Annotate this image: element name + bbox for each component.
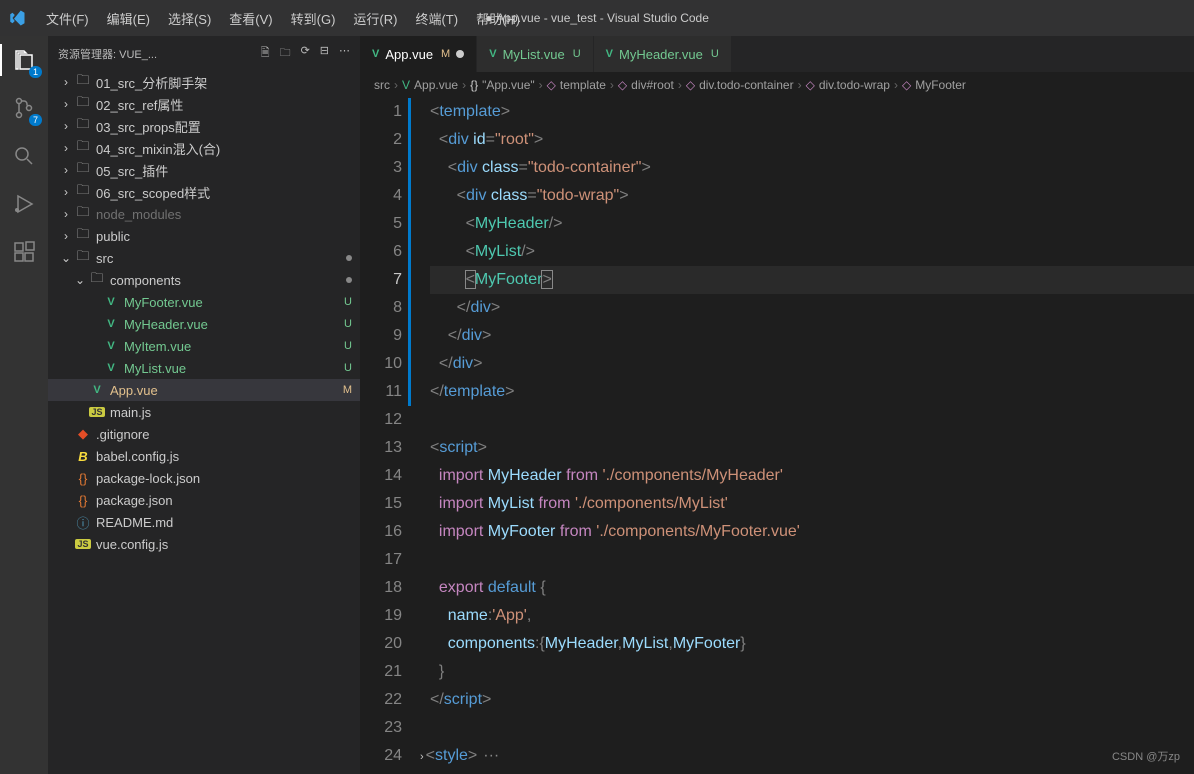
menu-item[interactable]: 编辑(E) [99, 5, 158, 32]
more-icon[interactable]: ⋯ [339, 44, 350, 63]
code-line[interactable]: </template> [430, 378, 1194, 406]
code-line[interactable]: export default { [430, 574, 1194, 602]
activity-bar: 1 7 [0, 36, 48, 774]
code-line[interactable]: <div class="todo-container"> [430, 154, 1194, 182]
code-editor[interactable]: 123456789101112131415161718192021222324 … [360, 98, 1194, 774]
tree-row[interactable]: ›🗀03_src_props配置 [48, 115, 360, 137]
code-line[interactable]: </div> [430, 294, 1194, 322]
editor-tab[interactable]: VMyHeader.vueU [594, 36, 732, 72]
titlebar: 文件(F)编辑(E)选择(S)查看(V)转到(G)运行(R)终端(T)帮助(H)… [0, 0, 1194, 36]
tree-row[interactable]: Bbabel.config.js [48, 445, 360, 467]
tree-row[interactable]: ›🗀06_src_scoped样式 [48, 181, 360, 203]
tree-row[interactable]: VMyFooter.vueU [48, 291, 360, 313]
window-title: ● App.vue - vue_test - Visual Studio Code [485, 11, 709, 25]
code-line[interactable]: import MyFooter from './components/MyFoo… [430, 518, 1194, 546]
tree-row[interactable]: JSmain.js [48, 401, 360, 423]
new-file-icon[interactable]: 🗎 [261, 44, 270, 63]
code-line[interactable]: </div> [430, 350, 1194, 378]
tree-row[interactable]: ◆.gitignore [48, 423, 360, 445]
line-gutter: 123456789101112131415161718192021222324 [360, 98, 420, 774]
code-content[interactable]: <template> <div id="root"> <div class="t… [420, 98, 1194, 774]
code-line[interactable] [430, 546, 1194, 574]
tree-row[interactable]: ›🗀public [48, 225, 360, 247]
scm-icon[interactable]: 7 [8, 92, 40, 124]
tree-row[interactable]: JSvue.config.js [48, 533, 360, 555]
tree-row[interactable]: ›🗀01_src_分析脚手架 [48, 71, 360, 93]
menu-item[interactable]: 查看(V) [221, 5, 280, 32]
code-line[interactable]: <MyList/> [430, 238, 1194, 266]
code-line[interactable]: <template> [430, 98, 1194, 126]
new-folder-icon[interactable]: 🗀 [280, 44, 291, 63]
collapse-icon[interactable]: ⊟ [320, 44, 329, 63]
code-line[interactable]: <div id="root"> [430, 126, 1194, 154]
search-icon[interactable] [8, 140, 40, 172]
menu-item[interactable]: 选择(S) [160, 5, 219, 32]
code-line[interactable]: <MyHeader/> [430, 210, 1194, 238]
sidebar: 资源管理器: VUE_... 🗎 🗀 ⟳ ⊟ ⋯ ›🗀01_src_分析脚手架›… [48, 36, 360, 774]
tree-row[interactable]: ⌄🗀src [48, 247, 360, 269]
tree-row[interactable]: ›🗀02_src_ref属性 [48, 93, 360, 115]
menu-item[interactable]: 运行(R) [345, 5, 405, 32]
menu-item[interactable]: 文件(F) [38, 5, 97, 32]
breadcrumb-item[interactable]: src [374, 78, 390, 92]
breadcrumb-item[interactable]: ◇template [547, 78, 606, 92]
explorer-badge: 1 [29, 66, 42, 78]
breadcrumb-item[interactable]: ◇div#root [618, 78, 674, 92]
breadcrumbs[interactable]: src›VApp.vue›{}"App.vue"›◇template›◇div#… [360, 72, 1194, 98]
breadcrumb-item[interactable]: ◇div.todo-wrap [806, 78, 890, 92]
code-line[interactable]: name:'App', [430, 602, 1194, 630]
code-line[interactable] [430, 714, 1194, 742]
menu-bar: 文件(F)编辑(E)选择(S)查看(V)转到(G)运行(R)终端(T)帮助(H) [38, 5, 528, 32]
watermark: CSDN @万zp [1112, 748, 1180, 764]
menu-item[interactable]: 终端(T) [407, 5, 466, 32]
breadcrumb-item[interactable]: VApp.vue [402, 78, 458, 92]
tree-row[interactable]: ›🗀04_src_mixin混入(合) [48, 137, 360, 159]
tree-row[interactable]: ›🗀node_modules [48, 203, 360, 225]
dirty-indicator: ● [485, 11, 492, 25]
editor-tab[interactable]: VApp.vueM [360, 36, 477, 72]
tree-row[interactable]: VMyItem.vueU [48, 335, 360, 357]
tree-row[interactable]: VMyList.vueU [48, 357, 360, 379]
code-line[interactable]: <MyFooter> [430, 266, 1194, 294]
code-line[interactable]: } [430, 658, 1194, 686]
code-line[interactable]: <div class="todo-wrap"> [430, 182, 1194, 210]
sidebar-header: 资源管理器: VUE_... 🗎 🗀 ⟳ ⊟ ⋯ [48, 36, 360, 71]
scm-badge: 7 [29, 114, 42, 126]
tree-row[interactable]: {}package.json [48, 489, 360, 511]
code-line[interactable]: </div> [430, 322, 1194, 350]
editor-area: VApp.vueMVMyList.vueUVMyHeader.vueU src›… [360, 36, 1194, 774]
dirty-dot-icon [456, 50, 464, 58]
refresh-icon[interactable]: ⟳ [301, 44, 310, 63]
run-icon[interactable] [8, 188, 40, 220]
code-line[interactable]: import MyHeader from './components/MyHea… [430, 462, 1194, 490]
tree-row[interactable]: ›🗀05_src_插件 [48, 159, 360, 181]
sidebar-actions: 🗎 🗀 ⟳ ⊟ ⋯ [261, 44, 350, 63]
breadcrumb-item[interactable]: {}"App.vue" [470, 78, 535, 92]
file-tree[interactable]: ›🗀01_src_分析脚手架›🗀02_src_ref属性›🗀03_src_pro… [48, 71, 360, 774]
sidebar-title: 资源管理器: VUE_... [58, 46, 157, 62]
tree-row[interactable]: VApp.vueM [48, 379, 360, 401]
code-line[interactable]: </script> [430, 686, 1194, 714]
menu-item[interactable]: 转到(G) [283, 5, 344, 32]
breadcrumb-item[interactable]: ◇MyFooter [902, 78, 966, 92]
extensions-icon[interactable] [8, 236, 40, 268]
tree-row[interactable]: ⓘREADME.md [48, 511, 360, 533]
breadcrumb-item[interactable]: ◇div.todo-container [686, 78, 794, 92]
editor-tabs: VApp.vueMVMyList.vueUVMyHeader.vueU [360, 36, 1194, 72]
explorer-icon[interactable]: 1 [8, 44, 40, 76]
vscode-logo-icon [8, 9, 26, 27]
code-line[interactable] [430, 406, 1194, 434]
title-text: App.vue - vue_test - Visual Studio Code [496, 11, 709, 25]
change-bar [408, 98, 411, 406]
code-line[interactable]: ›<style>··· [430, 742, 1194, 770]
code-line[interactable]: import MyList from './components/MyList' [430, 490, 1194, 518]
code-line[interactable]: components:{MyHeader,MyList,MyFooter} [430, 630, 1194, 658]
editor-tab[interactable]: VMyList.vueU [477, 36, 593, 72]
code-line[interactable]: <script> [430, 434, 1194, 462]
tree-row[interactable]: {}package-lock.json [48, 467, 360, 489]
tree-row[interactable]: ⌄🗀components [48, 269, 360, 291]
tree-row[interactable]: VMyHeader.vueU [48, 313, 360, 335]
